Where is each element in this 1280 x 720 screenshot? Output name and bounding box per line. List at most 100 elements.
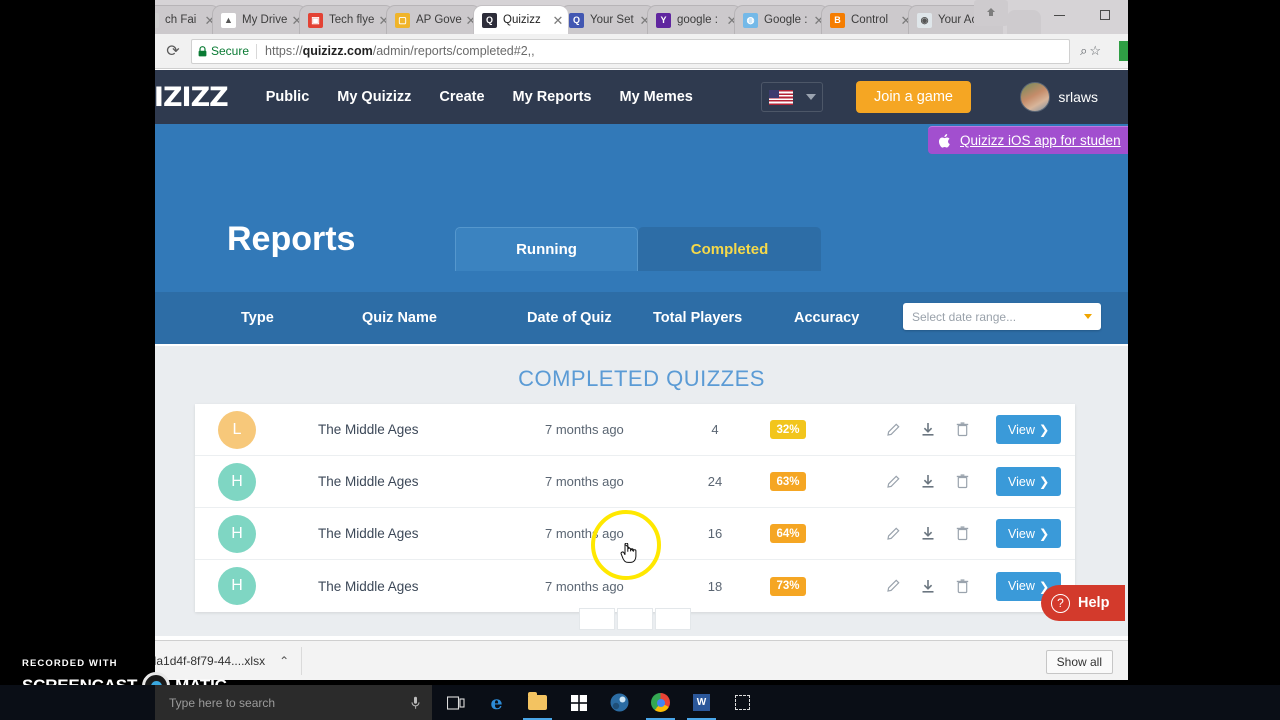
- ios-app-banner[interactable]: Quizizz iOS app for studen: [928, 126, 1128, 154]
- nav-links: Public My Quizizz Create My Reports My M…: [266, 89, 693, 105]
- us-flag-icon: [768, 89, 793, 105]
- chevron-up-icon[interactable]: ⌃: [279, 654, 289, 668]
- nav-link-my-reports[interactable]: My Reports: [513, 89, 592, 105]
- language-selector[interactable]: [761, 82, 823, 112]
- nav-link-my-memes[interactable]: My Memes: [620, 89, 693, 105]
- mouse-cursor: [620, 542, 638, 565]
- pagination[interactable]: [195, 608, 1075, 632]
- column-total-players: Total Players: [653, 310, 743, 326]
- browser-tab[interactable]: ◍ Google : ✕: [734, 5, 829, 34]
- nav-link-create[interactable]: Create: [439, 89, 484, 105]
- delete-icon[interactable]: [955, 474, 970, 490]
- browser-tab[interactable]: Q Your Set ✕: [560, 5, 655, 34]
- browser-window: ch Fai ✕ ▲ My Drive ✕ ▣ Tech flye ✕ ▢ AP Gove ✕ Q Qu…: [155, 0, 1128, 680]
- download-icon[interactable]: [920, 422, 935, 438]
- window-controls: [1036, 0, 1128, 30]
- bookmark-star-icon[interactable]: ☆: [1089, 43, 1101, 59]
- page-cell[interactable]: [617, 608, 653, 630]
- generic-favicon: [155, 12, 159, 28]
- nav-link-my-quizizz[interactable]: My Quizizz: [337, 89, 411, 105]
- table-row[interactable]: H The Middle Ages 7 months ago 24 63% Vi…: [195, 456, 1075, 508]
- delete-icon[interactable]: [955, 526, 970, 542]
- delete-icon[interactable]: [955, 578, 970, 594]
- edge-icon[interactable]: e: [476, 685, 517, 720]
- file-explorer-icon[interactable]: [517, 685, 558, 720]
- google-earth-icon: ◍: [743, 12, 758, 28]
- taskbar-search[interactable]: Type here to search: [155, 685, 432, 720]
- edit-icon[interactable]: [885, 422, 900, 438]
- download-icon[interactable]: [920, 474, 935, 490]
- nav-link-public[interactable]: Public: [266, 89, 310, 105]
- microsoft-store-icon[interactable]: [558, 685, 599, 720]
- user-menu[interactable]: srlaws: [1020, 82, 1098, 112]
- chrome-icon[interactable]: [640, 685, 681, 720]
- tab-title: Control: [851, 14, 889, 26]
- steam-icon[interactable]: [599, 685, 640, 720]
- browser-tab[interactable]: B Control ✕: [821, 5, 916, 34]
- browser-tab[interactable]: ▢ AP Gove ✕: [386, 5, 481, 34]
- close-icon[interactable]: ✕: [552, 14, 564, 27]
- quiz-avatar: H: [218, 514, 256, 553]
- quizizz-logo[interactable]: UIZIZZ: [155, 82, 229, 113]
- edit-icon[interactable]: [885, 578, 900, 594]
- quiz-players: 4: [711, 422, 719, 437]
- zoom-icon[interactable]: ⌕: [1080, 43, 1087, 59]
- download-icon[interactable]: [920, 578, 935, 594]
- tab-completed[interactable]: Completed: [638, 227, 821, 271]
- browser-tab[interactable]: Ygoogle : ✕: [647, 5, 742, 34]
- quiz-players: 18: [707, 578, 723, 594]
- show-all-downloads-button[interactable]: Show all: [1045, 650, 1113, 674]
- page-cell[interactable]: [579, 608, 615, 630]
- column-accuracy: Accuracy: [794, 310, 860, 326]
- delete-icon[interactable]: [955, 422, 970, 438]
- search-placeholder: Type here to search: [169, 695, 276, 710]
- table-row[interactable]: L The Middle Ages 7 months ago 4 32% Vie…: [195, 404, 1075, 456]
- completed-quizzes-card: L The Middle Ages 7 months ago 4 32% Vie…: [195, 404, 1075, 612]
- maximize-button[interactable]: [1082, 0, 1128, 30]
- help-button[interactable]: ? Help: [1041, 585, 1126, 621]
- browser-tab[interactable]: ▲ My Drive ✕: [212, 5, 307, 34]
- view-button[interactable]: View ❯: [996, 415, 1062, 444]
- tab-title: google :: [677, 14, 718, 26]
- join-a-game-button[interactable]: Join a game: [856, 81, 971, 113]
- view-button[interactable]: View ❯: [996, 467, 1062, 496]
- page-cell[interactable]: [655, 608, 691, 630]
- extension-icon[interactable]: [1119, 41, 1128, 61]
- quizizz-navbar: UIZIZZ Public My Quizizz Create My Repor…: [155, 70, 1128, 124]
- minimize-button[interactable]: [1036, 0, 1082, 30]
- browser-tab[interactable]: Q Quizizz ✕: [473, 5, 568, 34]
- help-label: Help: [1078, 595, 1110, 611]
- snip-tool-icon[interactable]: [722, 685, 763, 720]
- quiz-avatar: H: [218, 462, 256, 501]
- chevron-right-icon: ❯: [1038, 475, 1050, 489]
- page-title: Reports: [227, 220, 356, 258]
- omnibox-divider: [256, 43, 258, 59]
- person-upload-icon: [987, 8, 995, 16]
- edit-icon[interactable]: [885, 474, 900, 490]
- browser-tab[interactable]: ▣ Tech flye ✕: [299, 5, 394, 34]
- edit-icon[interactable]: [885, 526, 900, 542]
- question-mark-icon: ?: [1051, 593, 1070, 613]
- reload-button[interactable]: ⟳: [155, 41, 191, 61]
- secure-label: Secure: [211, 44, 250, 58]
- date-range-placeholder: Select date range...: [912, 309, 1017, 324]
- reports-hero: Reports Running Completed Type Quiz Name…: [155, 124, 1128, 344]
- column-header-bar: Type Quiz Name Date of Quiz Total Player…: [155, 292, 1128, 344]
- browser-tab[interactable]: ch Fai ✕: [155, 5, 220, 34]
- word-icon[interactable]: W: [681, 685, 722, 720]
- tab-running[interactable]: Running: [455, 227, 638, 271]
- address-bar[interactable]: Secure https://quizizz.com/admin/reports…: [191, 38, 1071, 64]
- download-icon[interactable]: [920, 526, 935, 542]
- date-range-select[interactable]: Select date range...: [903, 303, 1101, 330]
- accuracy-value: 73%: [776, 580, 800, 592]
- task-view-icon[interactable]: [435, 685, 476, 720]
- microphone-icon[interactable]: [411, 696, 420, 710]
- quiz-name: The Middle Ages: [318, 578, 419, 594]
- row-actions: View ❯: [885, 571, 1062, 601]
- view-button[interactable]: View ❯: [996, 519, 1062, 548]
- ios-app-link[interactable]: Quizizz iOS app for studen: [960, 133, 1121, 148]
- report-tabs: Running Completed: [455, 227, 821, 271]
- lock-icon: [198, 45, 207, 56]
- quiz-players: 24: [707, 474, 723, 489]
- profile-chip-icon[interactable]: [974, 0, 1008, 26]
